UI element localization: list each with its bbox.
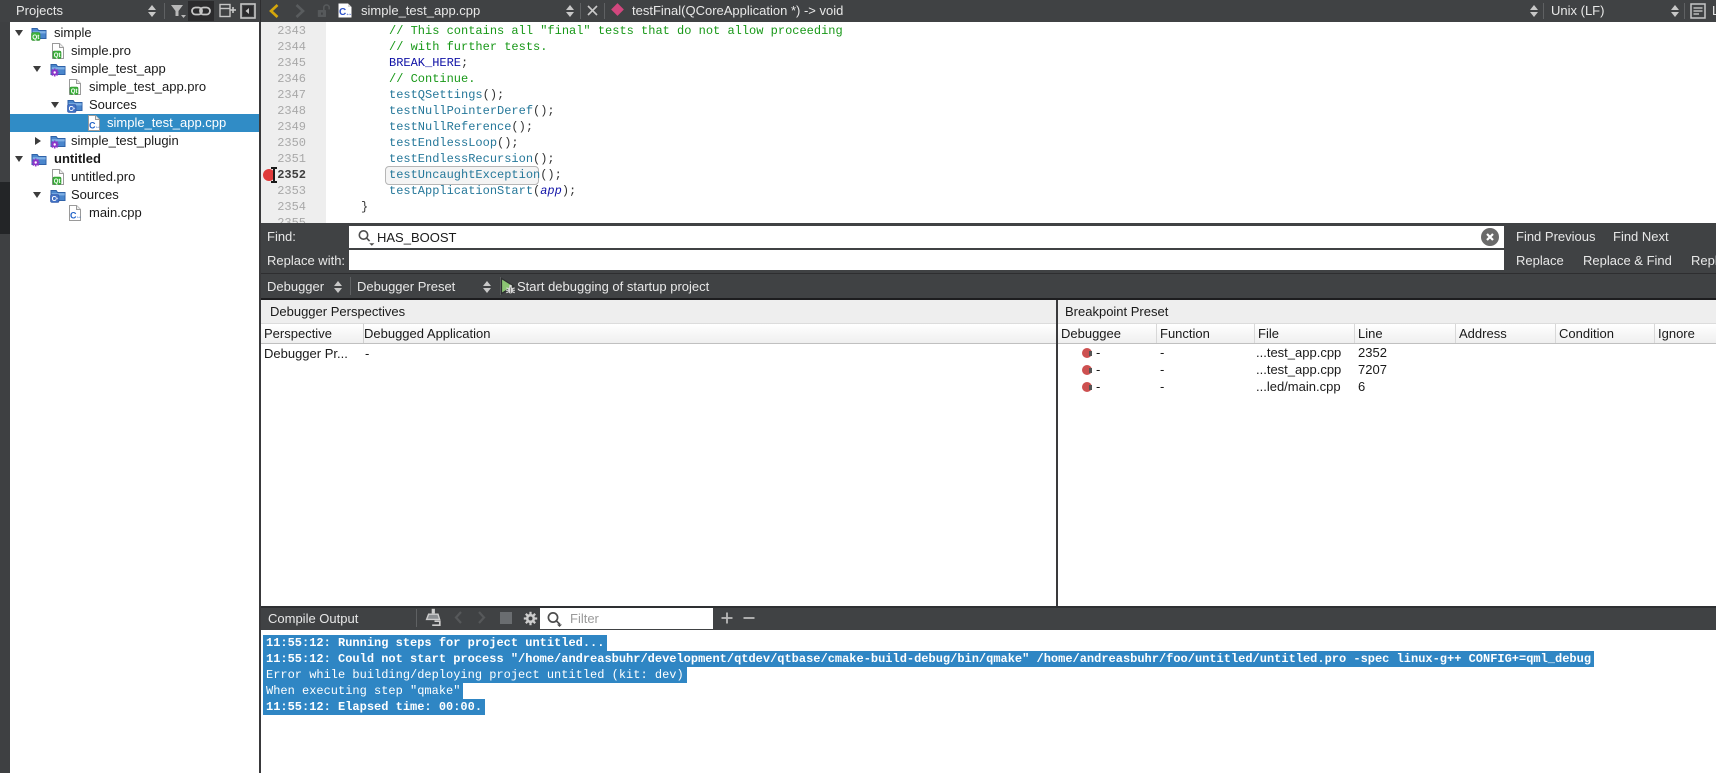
svg-text:↔: ↔ bbox=[345, 11, 352, 18]
